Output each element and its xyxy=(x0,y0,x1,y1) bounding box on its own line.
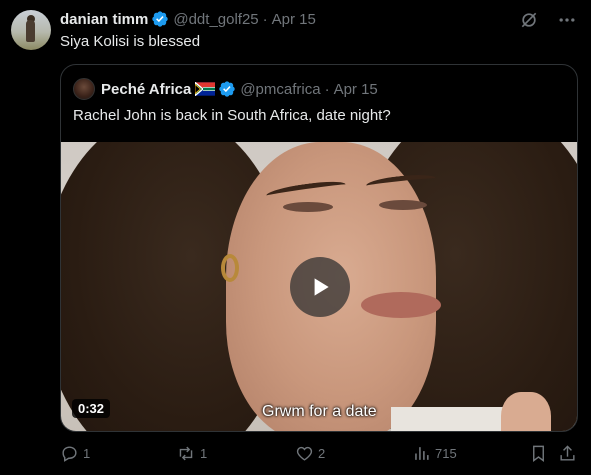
repost-count: 1 xyxy=(200,446,208,461)
quoted-author-handle[interactable]: @pmcafrica xyxy=(240,81,320,98)
video-frame-eye-right xyxy=(379,200,427,210)
video-duration: 0:32 xyxy=(72,399,111,418)
video-caption: Grwm for a date xyxy=(262,403,377,420)
reply-icon xyxy=(62,446,77,462)
quoted-text: Rachel John is back in South Africa, dat… xyxy=(73,107,391,124)
like-icon xyxy=(296,446,313,461)
video-frame-lips xyxy=(361,292,441,318)
quoted-verified-badge-icon xyxy=(219,81,236,97)
quoted-separator-dot: · xyxy=(324,80,330,98)
views-icon xyxy=(415,447,429,460)
tweet-date[interactable]: Apr 15 xyxy=(272,11,316,28)
grok-icon[interactable] xyxy=(519,10,539,30)
views-count: 715 xyxy=(435,446,457,461)
quoted-author-name[interactable]: Peché Africa xyxy=(101,81,191,98)
quoted-header: Peché Africa @pmcafrica · Apr 15 xyxy=(73,78,378,100)
tweet-header: danian timm @ddt_golf25 · Apr 15 xyxy=(60,9,316,29)
play-icon xyxy=(314,278,329,296)
reply-count: 1 xyxy=(83,446,91,461)
more-icon[interactable] xyxy=(557,10,577,30)
video-frame-hand xyxy=(501,392,551,431)
share-icon xyxy=(560,445,575,461)
author-handle[interactable]: @ddt_golf25 xyxy=(173,11,258,28)
tweet[interactable]: danian timm @ddt_golf25 · Apr 15 Siya Ko… xyxy=(0,0,591,475)
bookmark-button[interactable] xyxy=(529,444,552,463)
author-avatar[interactable] xyxy=(11,10,51,50)
video-frame-earring xyxy=(221,254,239,282)
repost-icon xyxy=(179,446,193,461)
repost-button[interactable]: 1 xyxy=(176,444,207,463)
views-button[interactable]: 715 xyxy=(412,444,457,463)
tweet-text: Siya Kolisi is blessed xyxy=(60,33,201,50)
reply-button[interactable]: 1 xyxy=(60,444,90,463)
video-frame-shirt xyxy=(391,407,511,431)
quoted-author-avatar[interactable] xyxy=(73,78,95,100)
share-button[interactable] xyxy=(558,444,581,463)
tweet-actions: 1 1 2 715 xyxy=(60,444,578,464)
verified-badge-icon xyxy=(152,11,169,27)
quoted-tweet[interactable]: Peché Africa @pmcafrica · Apr 15 Rachel … xyxy=(60,64,578,432)
author-name[interactable]: danian timm xyxy=(60,11,148,28)
like-button[interactable]: 2 xyxy=(295,444,325,463)
quoted-date[interactable]: Apr 15 xyxy=(334,81,378,98)
bookmark-icon xyxy=(533,445,544,463)
like-count: 2 xyxy=(318,446,326,461)
separator-dot: · xyxy=(262,10,268,28)
video-frame-eye-left xyxy=(283,202,333,212)
tweet-top-icons xyxy=(519,10,577,30)
play-button[interactable] xyxy=(290,257,350,317)
video-player[interactable]: 0:32 Grwm for a date xyxy=(61,142,577,431)
south-africa-flag-icon xyxy=(195,82,216,96)
avatar-figure-body xyxy=(26,20,35,42)
